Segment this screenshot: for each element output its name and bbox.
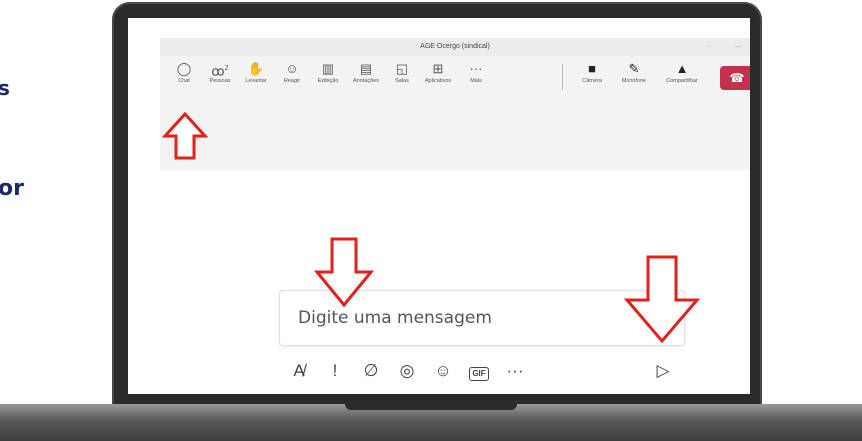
view-icon: ▥ [321, 61, 335, 76]
microphone-label: Microfone [621, 78, 647, 84]
camera-icon: ■ [588, 61, 596, 76]
gif-icon: GIF [469, 367, 489, 381]
view-label: Exibição [317, 78, 339, 84]
window-menu-icon[interactable]: ··· [705, 38, 712, 56]
chat-button[interactable]: ◯ Chat [164, 60, 204, 84]
notes-button[interactable]: ▤ Anotações [346, 60, 386, 84]
chat-label: Chat [178, 78, 190, 84]
toolbar-divider [562, 64, 563, 90]
apps-icon: ⊞ [432, 61, 444, 76]
hangup-button[interactable]: ☎ [720, 66, 750, 90]
laptop-screen: AGE Ocergo (sindical) ··· — ◯ Chat ꝏ2 Pe… [128, 18, 750, 394]
people-count: 2 [224, 65, 229, 72]
apps-label: Aplicativos [424, 78, 452, 84]
more-options-icon: ··· [506, 361, 524, 380]
side-text-fragment: s [0, 76, 10, 100]
format-button[interactable]: A̸ [286, 360, 312, 382]
rooms-button[interactable]: ◱ Salas [382, 60, 422, 84]
raise-hand-icon: ✋ [247, 61, 265, 76]
raise-hand-label: Levantar [245, 78, 267, 84]
important-icon: ! [332, 361, 338, 380]
phone-hangup-icon: ☎ [729, 71, 745, 85]
people-button[interactable]: ꝏ2 Pessoas [200, 60, 240, 84]
loop-icon: ◎ [399, 361, 415, 380]
send-button[interactable]: ▷ [650, 360, 676, 382]
window-title: AGE Ocergo (sindical) [420, 43, 490, 50]
share-icon: ▲ [675, 61, 689, 76]
laptop-notch [345, 404, 517, 410]
notes-icon: ▤ [359, 61, 373, 76]
message-placeholder: Digite uma mensagem [298, 308, 492, 328]
attach-icon: ∅ [363, 361, 379, 380]
more-button[interactable]: ··· Mais [456, 60, 496, 84]
camera-label: Câmera [582, 78, 602, 84]
view-button[interactable]: ▥ Exibição [308, 60, 348, 84]
loop-button[interactable]: ◎ [394, 360, 420, 382]
emoji-icon: ☺ [434, 361, 452, 380]
meeting-area [160, 100, 750, 170]
microphone-icon: ✎ [628, 61, 640, 76]
red-arrow-down-input [314, 237, 374, 308]
red-arrow-up [162, 111, 208, 160]
apps-button[interactable]: ⊞ Aplicativos [418, 60, 458, 84]
rooms-icon: ◱ [395, 61, 409, 76]
more-icon: ··· [469, 61, 483, 76]
share-label: Compartilhar [666, 78, 698, 84]
more-label: Mais [470, 78, 482, 84]
meeting-toolbar: ◯ Chat ꝏ2 Pessoas ✋ Levantar ☺ Reagir ▥ … [160, 56, 750, 100]
react-label: Reagir [283, 78, 301, 84]
side-text-fragment: or [0, 176, 24, 201]
important-button[interactable]: ! [322, 360, 348, 382]
minimize-button[interactable]: — [735, 38, 742, 56]
share-button[interactable]: ▲ Compartilhar [662, 60, 702, 84]
more-options-button[interactable]: ··· [502, 360, 528, 382]
people-icon: ꝏ2 [211, 63, 229, 79]
window-titlebar: AGE Ocergo (sindical) ··· — [160, 38, 750, 56]
react-button[interactable]: ☺ Reagir [272, 60, 312, 84]
raise-hand-button[interactable]: ✋ Levantar [236, 60, 276, 84]
notes-label: Anotações [353, 78, 379, 84]
microphone-button[interactable]: ✎ Microfone [614, 60, 654, 84]
attach-button[interactable]: ∅ [358, 360, 384, 382]
format-icon: A̸ [293, 361, 305, 380]
red-arrow-down-send [624, 255, 700, 344]
rooms-label: Salas [395, 78, 409, 84]
send-icon: ▷ [656, 361, 670, 380]
chat-icon: ◯ [176, 61, 192, 76]
react-icon: ☺ [285, 61, 299, 76]
camera-button[interactable]: ■ Câmera [572, 60, 612, 84]
people-label: Pessoas [209, 78, 231, 84]
emoji-button[interactable]: ☺ [430, 360, 456, 382]
gif-button[interactable]: GIF [466, 360, 492, 382]
